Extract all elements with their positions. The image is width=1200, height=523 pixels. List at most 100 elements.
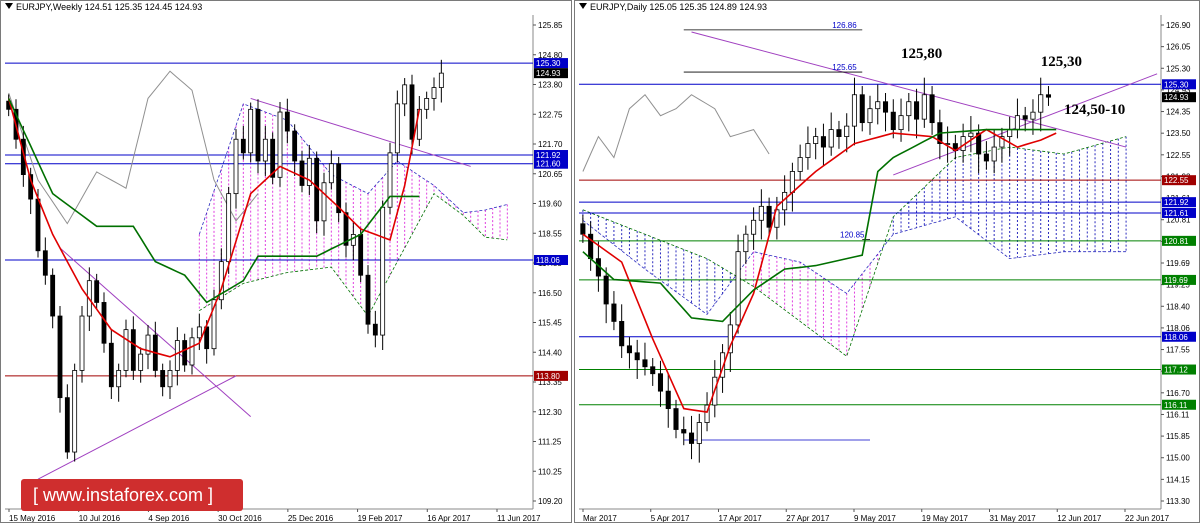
- price-label: 124.93: [1164, 93, 1189, 102]
- candle-up: [968, 132, 974, 137]
- candle-down: [292, 130, 298, 162]
- mark-label-1: 125.65: [832, 63, 857, 72]
- y-tick-label: 125.30: [1166, 64, 1191, 73]
- candle-down: [94, 280, 100, 303]
- price-label: 118.06: [536, 256, 560, 265]
- candle-up: [851, 94, 858, 127]
- candle-up: [875, 101, 881, 110]
- x-tick-label: 25 Dec 2016: [288, 514, 334, 523]
- weekly-chart-title: EURJPY,Weekly 124.51 125.35 124.45 124.9…: [5, 2, 202, 12]
- y-tick-label: 126.05: [1166, 43, 1191, 52]
- candle-up: [906, 101, 912, 117]
- y-tick-label: 118.40: [1166, 302, 1190, 311]
- candle-up: [805, 143, 811, 158]
- candle-up: [72, 370, 78, 453]
- candle-down: [859, 94, 865, 124]
- daily-title-text: EURJPY,Daily 125.05 125.35 124.89 124.93: [590, 2, 767, 12]
- x-tick-label: 30 Oct 2016: [218, 514, 262, 523]
- y-tick-label: 116.11: [1166, 410, 1190, 419]
- candle-up: [402, 84, 408, 105]
- candle-down: [890, 111, 896, 131]
- candle-up: [380, 206, 386, 336]
- candle-down: [650, 366, 656, 375]
- price-label: 119.69: [1164, 276, 1188, 285]
- candle-up: [138, 353, 144, 371]
- candle-up: [921, 94, 927, 120]
- candle-down: [314, 157, 320, 222]
- y-tick-label: 113.30: [1166, 497, 1190, 506]
- candle-down: [108, 342, 114, 388]
- candle-up: [116, 370, 122, 388]
- candle-down: [642, 359, 648, 368]
- candle-up: [431, 87, 437, 99]
- y-tick-label: 126.90: [1166, 21, 1191, 30]
- candle-down: [914, 101, 920, 120]
- candle-up: [991, 146, 997, 162]
- y-tick-label: 122.55: [1166, 151, 1191, 160]
- candle-up: [328, 163, 334, 184]
- y-tick-label: 120.65: [538, 170, 563, 179]
- price-label: 117.12: [1164, 366, 1188, 375]
- candle-up: [898, 115, 904, 131]
- candle-down: [1045, 94, 1052, 98]
- instaforex-watermark: [ www.instaforex.com ]: [21, 479, 243, 511]
- y-tick-label: 115.85: [1166, 432, 1190, 441]
- senkou-span-a-line: [582, 136, 1127, 357]
- x-tick-label: 12 Jun 2017: [1057, 514, 1102, 523]
- x-tick-label: 15 May 2016: [9, 514, 56, 523]
- candle-down: [657, 373, 664, 392]
- candle-down: [365, 274, 371, 325]
- y-tick-label: 116.70: [1166, 389, 1190, 398]
- dropdown-triangle-icon: [579, 3, 587, 9]
- candle-down: [603, 275, 609, 305]
- candle-down: [634, 352, 640, 361]
- y-tick-label: 121.70: [538, 140, 563, 149]
- price-label: 113.80: [536, 372, 560, 381]
- candle-down: [836, 129, 842, 137]
- weekly-chart[interactable]: 125.85124.80123.80122.75121.70120.65119.…: [1, 1, 572, 523]
- candle-up: [350, 234, 356, 246]
- candle-up: [226, 193, 232, 263]
- candle-up: [233, 138, 239, 195]
- candle-up: [1038, 94, 1044, 113]
- candle-down: [688, 432, 695, 444]
- dropdown-triangle-icon: [5, 3, 13, 9]
- price-label: 122.55: [1164, 176, 1189, 185]
- mark-label-2: 120.85: [840, 230, 865, 239]
- candle-down: [130, 329, 136, 371]
- candle-down: [284, 111, 290, 132]
- candle-down: [681, 429, 687, 434]
- candle-up: [1007, 129, 1013, 137]
- y-tick-label: 118.55: [538, 229, 562, 238]
- y-tick-label: 115.00: [1166, 454, 1190, 463]
- candle-down: [611, 303, 617, 322]
- candle-down: [619, 321, 625, 347]
- candle-down: [983, 153, 989, 162]
- annotation-label-2: 124,50-10: [1064, 102, 1125, 118]
- price-label: 121.60: [536, 160, 561, 169]
- x-tick-label: Mar 2017: [583, 514, 617, 523]
- candle-up: [813, 136, 819, 144]
- y-tick-label: 124.35: [1166, 108, 1191, 117]
- x-tick-label: 19 Feb 2017: [358, 514, 403, 523]
- y-tick-label: 119.60: [538, 200, 562, 209]
- daily-chart[interactable]: 126.86 125.65 120.85 126.90 126.05 125.30 124.…: [575, 1, 1200, 523]
- candle-up: [743, 233, 749, 253]
- trendline-0: [250, 97, 471, 167]
- weekly-chart-panel[interactable]: 125.85 124.80 123.80 122.75 121.70 120.65 119.…: [0, 0, 572, 523]
- x-tick-label: 19 May 2017: [922, 514, 969, 523]
- candle-up: [735, 251, 741, 326]
- candles: [6, 59, 444, 462]
- daily-chart-panel[interactable]: 126.86 125.65 120.85 126.90 126.05 125.30 124.…: [574, 0, 1200, 523]
- x-tick-label: 27 Apr 2017: [786, 514, 830, 523]
- x-tick-label: 22 Jun 2017: [1125, 514, 1170, 523]
- candle-down: [101, 302, 107, 344]
- price-label: 125.30: [1164, 80, 1189, 89]
- y-tick-label: 112.30: [538, 408, 562, 417]
- candle-down: [665, 390, 671, 409]
- candle-down: [626, 345, 632, 354]
- candle-up: [758, 205, 764, 221]
- y-tick-label: 116.50: [538, 289, 562, 298]
- candle-down: [820, 136, 826, 148]
- y-tick-label: 118.06: [1166, 324, 1190, 333]
